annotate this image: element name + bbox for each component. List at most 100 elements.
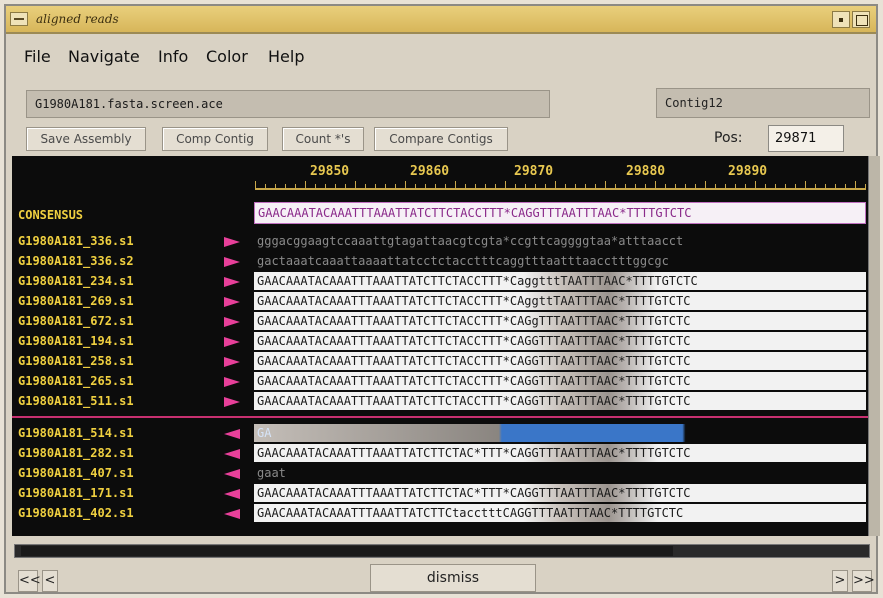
prev-button[interactable]: <	[42, 570, 58, 592]
consensus-sequence[interactable]: GAACAAATACAAATTTAAATTATCTTCTACCTTT*CAGGT…	[254, 202, 866, 224]
read-sequence[interactable]: GAACAAATACAAATTTAAATTATCTTCtacctttCAGGTT…	[254, 504, 866, 522]
ruler-tick	[815, 184, 816, 189]
read-name[interactable]: G1980A181_269.s1	[18, 294, 134, 308]
read-name[interactable]: G1980A181_265.s1	[18, 374, 134, 388]
menu-help[interactable]: Help	[268, 47, 304, 66]
read-sequence[interactable]: GAACAAATACAAATTTAAATTATCTTCTACCTTT*CAGGT…	[254, 332, 866, 350]
ruler-tick	[735, 184, 736, 189]
read-sequence[interactable]: GAACAAATACAAATTTAAATTATCTTCTACCTTT*CAggt…	[254, 292, 866, 310]
read-name[interactable]: G1980A181_234.s1	[18, 274, 134, 288]
ruler-tick	[695, 184, 696, 189]
forward-arrow-icon	[224, 317, 240, 327]
ruler-tick	[855, 181, 856, 189]
pos-input[interactable]: 29871	[768, 125, 844, 152]
read-name[interactable]: G1980A181_514.s1	[18, 426, 134, 440]
ruler-tick	[565, 184, 566, 189]
reverse-arrow-icon	[224, 509, 240, 519]
ruler-tick	[465, 184, 466, 189]
forward-arrow-icon	[224, 337, 240, 347]
dismiss-button[interactable]: dismiss	[370, 564, 536, 592]
window-menu-icon[interactable]	[10, 12, 28, 26]
consensus-label: CONSENSUS	[18, 208, 84, 222]
vertical-scrollbar[interactable]	[868, 156, 880, 536]
read-sequence[interactable]: GAACAAATACAAATTTAAATTATCTTCTACCTTT*CAGgT…	[254, 312, 866, 330]
ruler-tick	[705, 181, 706, 189]
file-name-field[interactable]: G1980A181.fasta.screen.ace	[26, 90, 550, 118]
menu-file[interactable]: File	[24, 47, 51, 66]
maximize-icon[interactable]	[852, 11, 870, 28]
first-button[interactable]: <<	[18, 570, 41, 592]
read-name[interactable]: G1980A181_194.s1	[18, 334, 134, 348]
minimize-icon[interactable]	[832, 11, 850, 28]
forward-arrow-icon	[224, 257, 240, 267]
last-button[interactable]: >>	[852, 570, 875, 592]
ruler-tick	[715, 184, 716, 189]
title-bar: aligned reads	[6, 6, 876, 34]
ruler-tick	[535, 184, 536, 189]
ruler-tick	[725, 184, 726, 189]
read-name[interactable]: G1980A181_282.s1	[18, 446, 134, 460]
read-name[interactable]: G1980A181_336.s1	[18, 234, 134, 248]
reverse-arrow-icon	[224, 449, 240, 459]
forward-arrow-icon	[224, 377, 240, 387]
alignment-panel: 29850 29860 29870 29880 29890 CONSENSUS …	[12, 156, 870, 536]
read-sequence[interactable]: GAACAAATACAAATTTAAATTATCTTCTACCTTT*Caggt…	[254, 272, 866, 290]
ruler-tick	[645, 184, 646, 189]
read-name[interactable]: G1980A181_672.s1	[18, 314, 134, 328]
ruler-tick	[455, 181, 456, 189]
strand-divider	[12, 416, 870, 418]
next-button[interactable]: >	[832, 570, 848, 592]
read-name[interactable]: G1980A181_511.s1	[18, 394, 134, 408]
count-stars-button[interactable]: Count *'s	[282, 127, 364, 151]
ruler-tick	[375, 184, 376, 189]
menu-navigate[interactable]: Navigate	[68, 47, 140, 66]
read-name[interactable]: G1980A181_258.s1	[18, 354, 134, 368]
read-sequence[interactable]: GAACAAATACAAATTTAAATTATCTTCTACCTTT*CAGGT…	[254, 392, 866, 410]
ruler-tick	[835, 184, 836, 189]
ruler-tick	[365, 184, 366, 189]
read-sequence[interactable]: gactaaatcaaattaaaattatcctctacctttcaggttt…	[254, 252, 866, 270]
read-name[interactable]: G1980A181_336.s2	[18, 254, 134, 268]
ruler-tick	[445, 184, 446, 189]
ruler-tick	[805, 181, 806, 189]
reverse-arrow-icon	[224, 489, 240, 499]
ruler-tick	[255, 181, 256, 189]
read-name[interactable]: G1980A181_171.s1	[18, 486, 134, 500]
ruler-tick	[755, 181, 756, 189]
read-name[interactable]: G1980A181_407.s1	[18, 466, 134, 480]
ruler-tick	[315, 184, 316, 189]
ruler-tick	[345, 184, 346, 189]
pos-label: Pos:	[714, 130, 743, 146]
menu-color[interactable]: Color	[206, 47, 248, 66]
ruler-tick	[795, 184, 796, 189]
read-sequence[interactable]: GAACAAATACAAATTTAAATTATCTTCTACCTTT*CAGGT…	[254, 352, 866, 370]
read-sequence[interactable]: gggacggaagtccaaattgtagattaacgtcgta*ccgtt…	[254, 232, 866, 250]
ruler-tick	[575, 184, 576, 189]
read-sequence[interactable]: GAACAAATACAAATTTAAATTATCTTCTACCTTT*CAGGT…	[254, 372, 866, 390]
compare-contigs-button[interactable]: Compare Contigs	[374, 127, 508, 151]
menu-info[interactable]: Info	[158, 47, 188, 66]
read-sequence[interactable]: gaat	[254, 464, 866, 482]
ruler-tick	[485, 184, 486, 189]
contig-name-field[interactable]: Contig12	[656, 88, 870, 118]
ruler-label: 29870	[514, 164, 554, 179]
ruler-tick	[865, 184, 866, 189]
ruler-tick	[285, 184, 286, 189]
scrollbar-thumb[interactable]	[21, 546, 673, 556]
ruler-tick	[425, 184, 426, 189]
forward-arrow-icon	[224, 297, 240, 307]
read-sequence[interactable]: GAACAAATACAAATTTAAATTATCTTCTAC*TTT*CAGGT…	[254, 444, 866, 462]
ruler-label: 29880	[626, 164, 666, 179]
forward-arrow-icon	[224, 357, 240, 367]
ruler-tick	[745, 184, 746, 189]
horizontal-scrollbar[interactable]	[14, 544, 870, 558]
reverse-arrow-icon	[224, 469, 240, 479]
comp-contig-button[interactable]: Comp Contig	[162, 127, 268, 151]
save-assembly-button[interactable]: Save Assembly	[26, 127, 146, 151]
aligned-reads-window: aligned reads File Navigate Info Color H…	[4, 4, 880, 594]
read-sequence[interactable]: GAACAAATACAAATTTAAATTATCTTCTAC*TTT*CAGGT…	[254, 484, 866, 502]
ruler-tick	[265, 184, 266, 189]
read-name[interactable]: G1980A181_402.s1	[18, 506, 134, 520]
read-sequence[interactable]: GA	[254, 424, 866, 442]
ruler-tick	[385, 184, 386, 189]
